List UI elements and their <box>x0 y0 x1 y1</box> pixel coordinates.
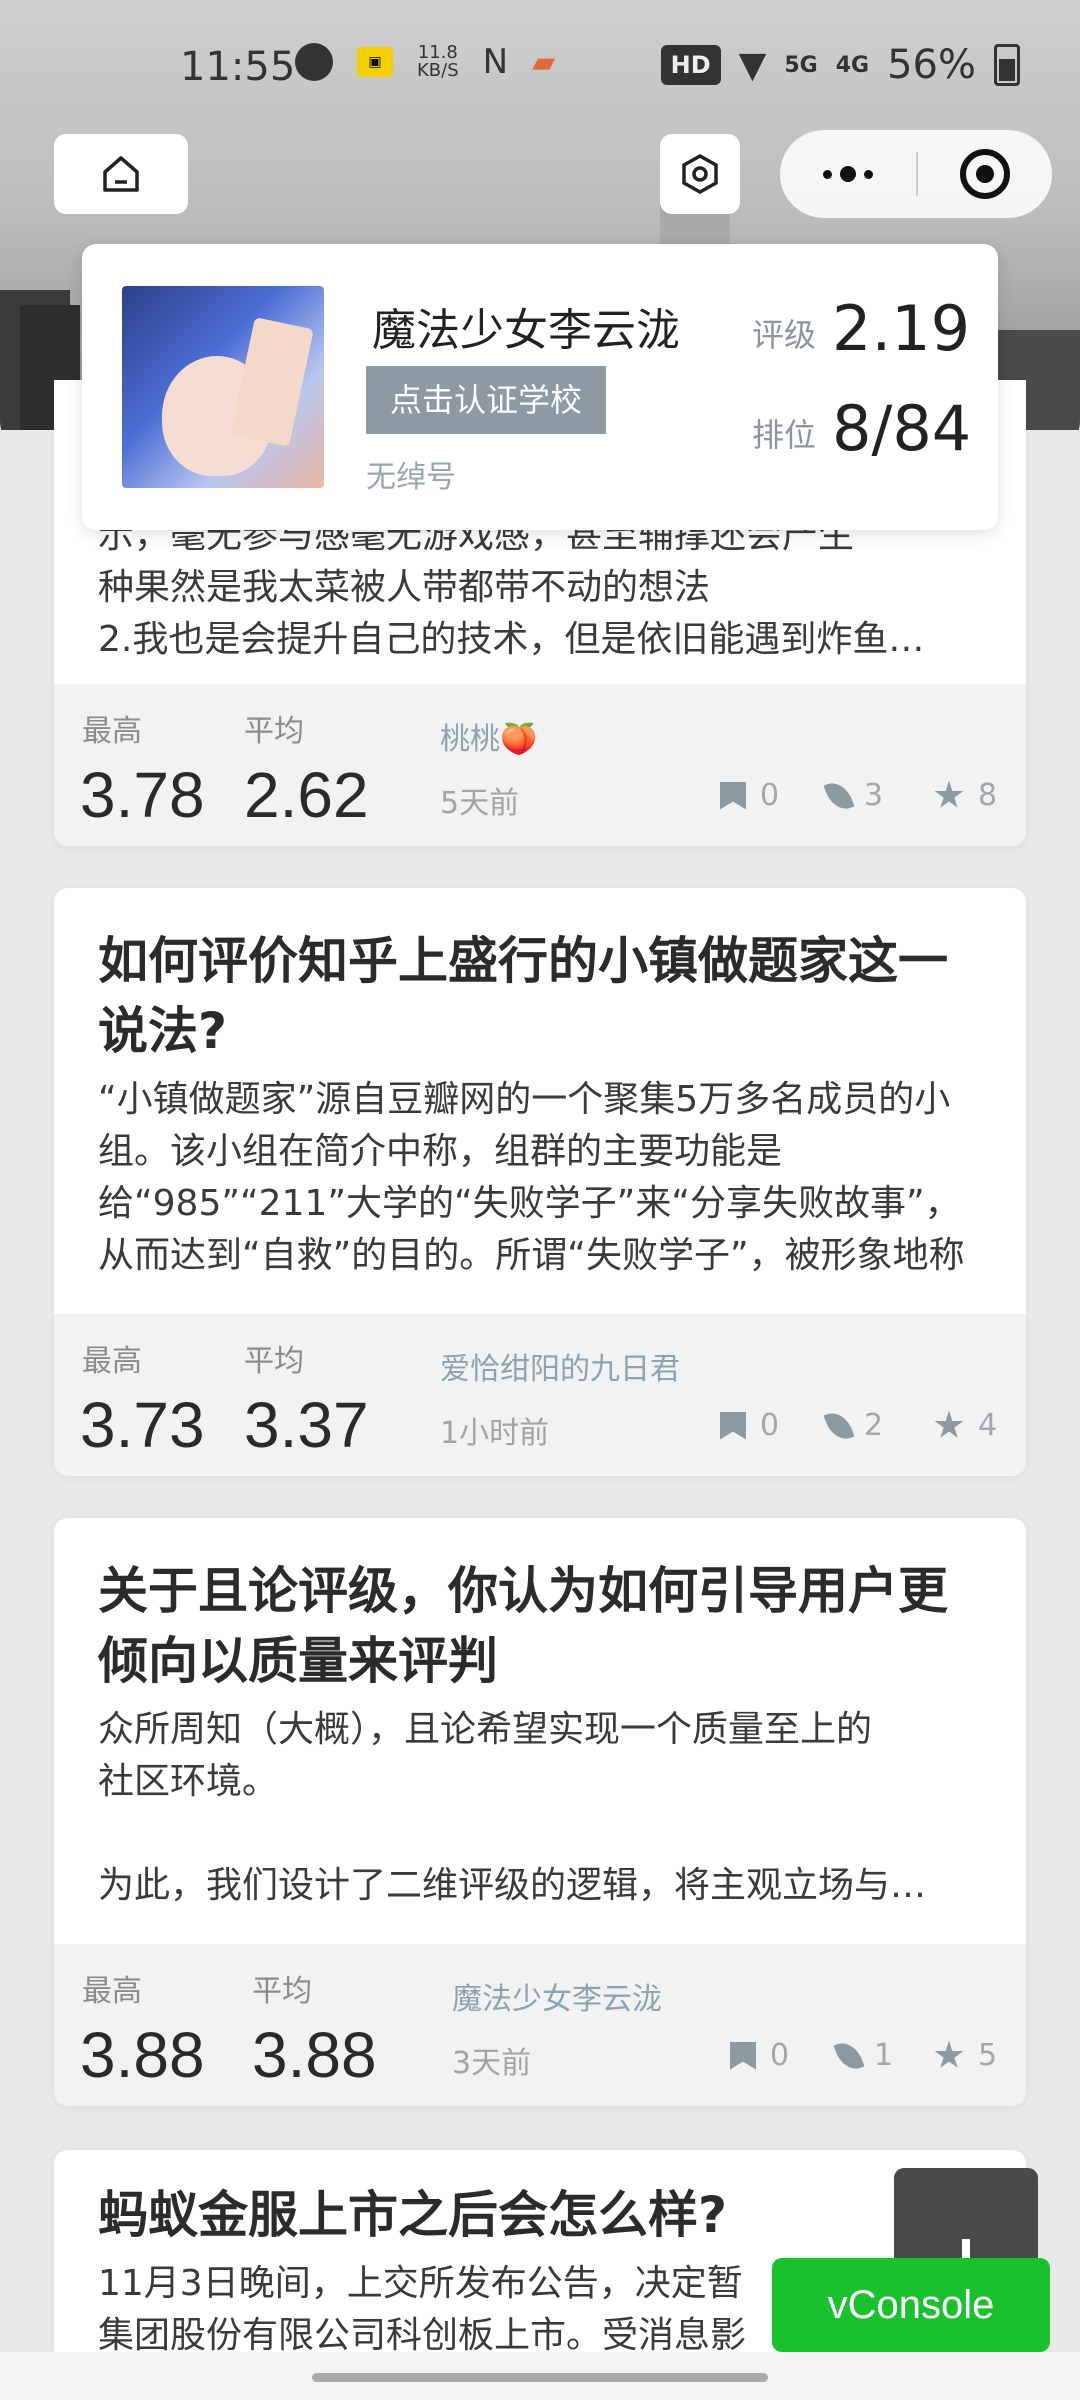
star-icon <box>934 780 964 808</box>
close-miniprogram-button[interactable] <box>918 149 1052 199</box>
post-card[interactable]: 关于且论评级，你认为如何引导用户更倾向以质量来评判 众所周知（大概），且论希望实… <box>54 1518 1026 2106</box>
cast-icon: ▰ <box>532 44 556 80</box>
post-time: 3天前 <box>452 2046 532 2081</box>
post-footer: 最高 3.78 平均 2.62 桃桃🍑 5天前 0 3 8 <box>54 684 1026 846</box>
post-author[interactable]: 桃桃🍑 <box>440 714 537 758</box>
avg-label: 平均 <box>252 1974 312 2009</box>
status-bar: 11:55 ▣ 11.8 KB/S Ν ▰ HD ▼ 5G 4G 56% <box>0 0 1080 135</box>
rating-count: 5 <box>934 2038 997 2073</box>
rating-count: 4 <box>934 1408 997 1443</box>
rank-label: 排位 <box>752 416 817 454</box>
net-speed: 11.8 KB/S <box>417 42 459 81</box>
wifi-icon: ▼ <box>738 44 767 86</box>
avg-value: 2.62 <box>244 759 369 831</box>
feather-icon <box>823 777 855 814</box>
avg-value: 3.88 <box>252 2019 377 2091</box>
post-author[interactable]: 爱恰绀阳的九日君 <box>440 1344 680 1388</box>
bookmark-count: 0 <box>720 1408 779 1443</box>
comment-count: 2 <box>823 1407 883 1444</box>
max-label: 最高 <box>82 1344 142 1379</box>
home-icon <box>103 156 139 192</box>
status-system-icons: HD ▼ 5G 4G 56% <box>660 42 1020 88</box>
max-label: 最高 <box>82 1974 142 2009</box>
rank-value: 8/84 <box>832 392 972 465</box>
profile-card[interactable]: 魔法少女李云泷 点击认证学校 无绰号 评级 2.19 排位 8/84 <box>82 244 998 530</box>
vconsole-button[interactable]: vConsole <box>772 2258 1050 2352</box>
gesture-handle[interactable] <box>312 2373 768 2382</box>
max-value: 3.73 <box>80 1389 205 1461</box>
profile-nickname: 无绰号 <box>366 460 456 495</box>
max-value: 3.78 <box>80 759 205 831</box>
app-notification-icon: ▣ <box>357 47 393 77</box>
avatar[interactable] <box>122 286 324 488</box>
post-excerpt: 示，毫无参与感毫无游戏感，甚至辅撑还会产生 种果然是我太菜被人带都带不动的想法 … <box>98 515 925 660</box>
post-excerpt: “小镇做题家”源自豆瓣网的一个聚集5万多名成员的小组。该小组在简介中称，组群的主… <box>98 1079 965 1276</box>
nfc-icon: Ν <box>482 42 509 82</box>
star-icon <box>934 1410 964 1438</box>
max-label: 最高 <box>82 714 142 749</box>
post-footer: 最高 3.88 平均 3.88 魔法少女李云泷 3天前 0 1 5 <box>54 1944 1026 2106</box>
post-time: 5天前 <box>440 786 520 821</box>
rating-label: 评级 <box>752 316 817 354</box>
star-icon <box>934 2040 964 2068</box>
bookmark-count: 0 <box>720 778 779 813</box>
avg-value: 3.37 <box>244 1389 369 1461</box>
more-dots-icon <box>823 169 832 179</box>
target-close-icon <box>960 149 1010 199</box>
status-time: 11:55 <box>180 44 296 90</box>
max-value: 3.88 <box>80 2019 205 2091</box>
avg-label: 平均 <box>244 714 304 749</box>
comment-count: 1 <box>833 2037 893 2074</box>
verify-school-button[interactable]: 点击认证学校 <box>366 366 606 434</box>
rating-count: 8 <box>934 778 997 813</box>
feather-icon <box>823 1407 855 1444</box>
post-time: 1小时前 <box>440 1416 550 1451</box>
feather-icon <box>833 2037 865 2074</box>
post-footer: 最高 3.73 平均 3.37 爱恰绀阳的九日君 1小时前 0 2 4 <box>54 1314 1026 1476</box>
more-dots-icon-center <box>840 166 856 182</box>
more-button[interactable] <box>780 166 916 182</box>
post-title[interactable]: 关于且论评级，你认为如何引导用户更倾向以质量来评判 <box>98 1556 982 1696</box>
bookmark-icon <box>720 781 746 810</box>
post-excerpt: 众所周知（大概），且论希望实现一个质量至上的 社区环境。 为此，我们设计了二维评… <box>98 1709 927 1906</box>
signal-5g-icon: 5G <box>784 52 818 78</box>
hd-voice-icon: HD <box>660 45 721 85</box>
post-title[interactable]: 如何评价知乎上盛行的小镇做题家这一说法? <box>98 926 982 1066</box>
battery-percent: 56% <box>887 42 976 88</box>
more-dots-icon-right <box>864 169 873 179</box>
signal-4g-icon: 4G <box>835 52 870 78</box>
rating-value: 2.19 <box>832 292 971 365</box>
battery-icon <box>994 44 1020 86</box>
message-icon <box>295 43 333 81</box>
bookmark-icon <box>730 2041 756 2070</box>
comment-count: 3 <box>823 777 883 814</box>
home-button[interactable] <box>54 134 188 214</box>
bookmark-count: 0 <box>730 2038 789 2073</box>
hexagon-settings-icon <box>682 153 718 195</box>
miniprogram-capsule <box>780 130 1052 218</box>
bookmark-icon <box>720 1411 746 1440</box>
post-card[interactable]: 如何评价知乎上盛行的小镇做题家这一说法? “小镇做题家”源自豆瓣网的一个聚集5万… <box>54 888 1026 1476</box>
profile-name: 魔法少女李云泷 <box>372 305 680 356</box>
post-title[interactable]: 蚂蚁金服上市之后会怎么样? <box>98 2180 982 2250</box>
avatar-tag <box>230 317 314 447</box>
status-notification-icons: ▣ 11.8 KB/S Ν ▰ <box>295 42 555 82</box>
post-author[interactable]: 魔法少女李云泷 <box>452 1974 662 2018</box>
avg-label: 平均 <box>244 1344 304 1379</box>
settings-button[interactable] <box>660 134 740 214</box>
